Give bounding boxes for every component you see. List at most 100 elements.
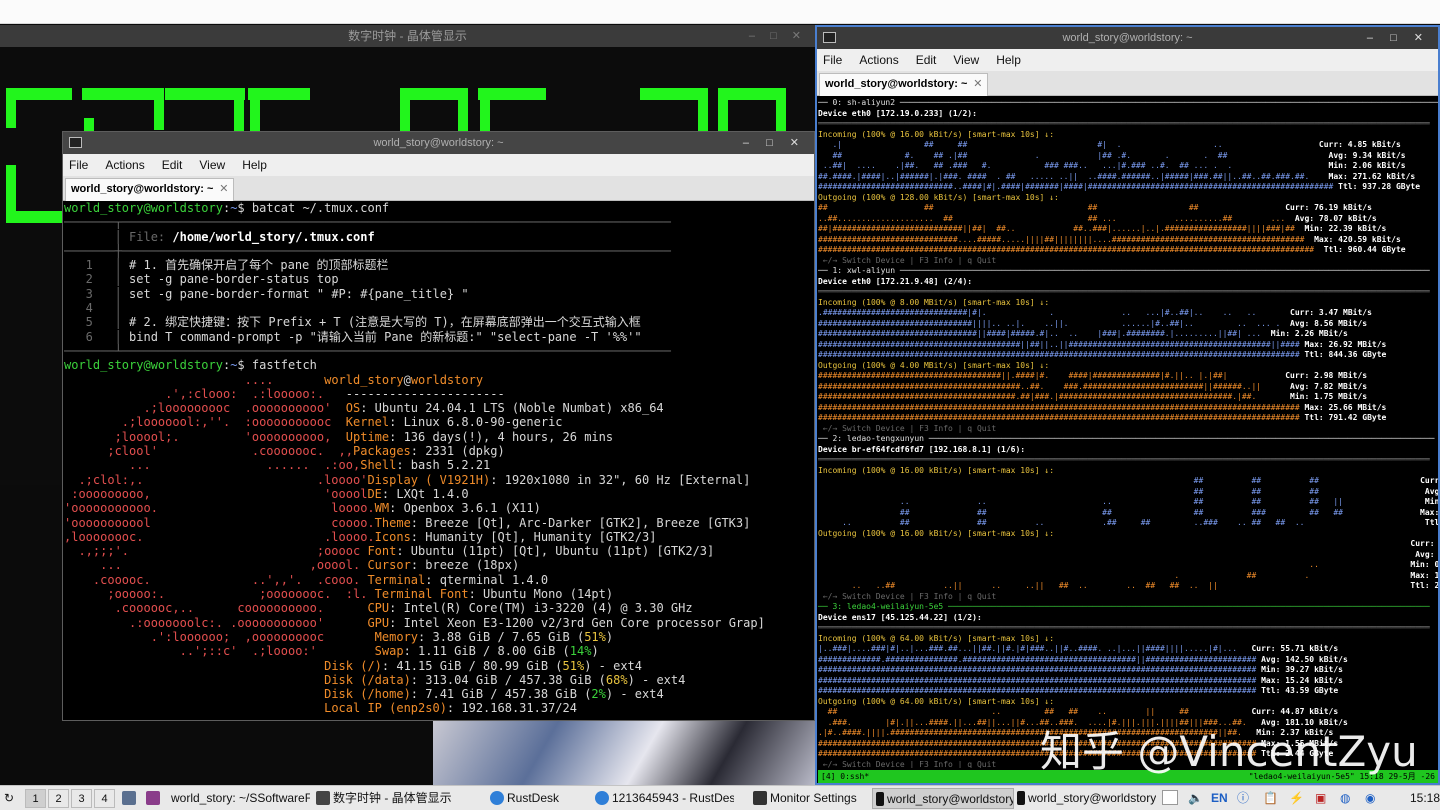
terminal-text: :ooooooooo, 'ooool xyxy=(64,486,368,501)
terminal-icon xyxy=(69,137,82,148)
info-icon[interactable]: ⓘ xyxy=(1237,788,1249,809)
desktop-switch-3[interactable]: 3 xyxy=(71,789,92,808)
rustdesk-tray-icon[interactable]: ◉ xyxy=(1365,788,1375,809)
terminal-text: Ttl: 43.59 GByte xyxy=(1256,686,1339,695)
terminal-line: ,loooooooc. .loooo.Icons: Humanity [Qt],… xyxy=(64,530,814,544)
terminal-text: Incoming (100% @ 8.00 MBit/s) [smart-max… xyxy=(818,297,1050,307)
terminal-line: ... ,ooool. Cursor: breeze (18px) xyxy=(64,558,814,572)
terminal-text: ) - ext4 xyxy=(605,687,664,702)
terminal-text: ############################..####|#|.##… xyxy=(818,182,1334,191)
terminal-text: ←/→ Switch Device | F3 Info | q Quit xyxy=(818,255,997,265)
terminal-text: Swap xyxy=(374,644,404,659)
menu-view[interactable]: View xyxy=(953,49,979,71)
terminal-text: ── 1: xwl-aliyun ───────────────────────… xyxy=(818,266,1430,275)
terminal-text: Min: 39.27 kBit/s xyxy=(1256,665,1343,674)
desktop-switch-4[interactable]: 4 xyxy=(94,789,115,808)
terminal-line: ;clool' .cooooooc. ,,Packages: 2331 (dpk… xyxy=(64,444,814,458)
network-icon[interactable]: ⚡ xyxy=(1289,788,1304,809)
terminal-text: 14% xyxy=(569,644,592,659)
refresh-icon[interactable]: ↻ xyxy=(4,788,18,809)
rustdesk-icon xyxy=(490,791,504,805)
segment xyxy=(154,88,164,130)
menu-view[interactable]: View xyxy=(199,154,225,176)
watermark: 知乎 @VincentZyu xyxy=(1040,727,1418,776)
terminal-tab[interactable]: world_story@worldstory: ~ ✕ xyxy=(65,178,235,201)
window-controls[interactable]: ‒ □ ✕ xyxy=(743,132,806,154)
terminal-output[interactable]: world_story@worldstory:~$ batcat ~/.tmux… xyxy=(64,201,814,720)
terminal-window-left[interactable]: world_story@worldstory: ~ ‒ □ ✕ File Act… xyxy=(62,131,815,721)
terminal-tab[interactable]: world_story@worldstory: ~ ✕ xyxy=(819,73,989,96)
menu-actions[interactable]: Actions xyxy=(859,49,898,71)
desktop-switch-1[interactable]: 1 xyxy=(25,789,46,808)
terminal-line: Incoming (100% @ 16.00 kBit/s) [smart-ma… xyxy=(818,130,1438,141)
terminal-line: ..##.................... ## ## ... .....… xyxy=(818,214,1438,225)
terminal-titlebar[interactable]: world_story@worldstory: ~ ‒ □ ✕ xyxy=(63,132,814,154)
monitor-icon xyxy=(753,791,767,805)
terminal-text: ########################################… xyxy=(818,245,1319,254)
terminal-line: ───────┴────────────────────────────────… xyxy=(64,344,814,358)
window-controls[interactable]: ‒ □ ✕ xyxy=(749,25,807,47)
terminal-text: ########################################… xyxy=(818,339,1300,349)
keyboard-layout[interactable]: EN xyxy=(1211,788,1228,809)
task-monitor-settings[interactable]: Monitor Settings xyxy=(750,788,868,809)
terminal-line: ##|###########################||##| ##..… xyxy=(818,224,1438,235)
task-digital-clock[interactable]: 数字时钟 - 晶体管显示 xyxy=(313,788,453,809)
menu-file[interactable]: File xyxy=(823,49,842,71)
terminal-line: │ File: /home/world_story/.tmux.conf xyxy=(64,230,814,244)
terminal-text: Theme xyxy=(374,515,411,530)
menu-file[interactable]: File xyxy=(69,154,88,176)
terminal-titlebar[interactable]: world_story@worldstory: ~ ‒ □ ✕ xyxy=(817,27,1438,49)
app-launcher-icon[interactable] xyxy=(146,788,164,809)
clock[interactable]: 15:18 xyxy=(1410,788,1440,809)
terminal-text: Avg: 168.15 kBit/s xyxy=(1415,549,1435,559)
terminal-window-right[interactable]: world_story@worldstory: ~ ‒ □ ✕ File Act… xyxy=(815,25,1440,785)
terminal-icon xyxy=(876,792,884,806)
terminal-line: ######################################||… xyxy=(818,371,1438,382)
terminal-line: ## .. ## ## .. || ## Curr: 44.87 kBit/s xyxy=(818,707,1438,718)
clock-window-titlebar[interactable]: 数字时钟 - 晶体管显示 ‒ □ ✕ xyxy=(0,25,815,47)
task-rustdesk[interactable]: RustDesk xyxy=(487,788,587,809)
desktop-switch-2[interactable]: 2 xyxy=(48,789,69,808)
volume-icon[interactable]: 🔈 xyxy=(1188,788,1203,809)
terminal-line: ## ## ## ## ### ## ## Max: 6.00 MBit/s xyxy=(818,508,1438,519)
menu-help[interactable]: Help xyxy=(242,154,267,176)
terminal-text: : 136 days(!), 4 hours, 26 mins xyxy=(389,429,614,444)
terminal-text: ───────┼────────────────────────────────… xyxy=(64,243,671,258)
menu-edit[interactable]: Edit xyxy=(916,49,937,71)
terminal-text: set -g pane-border-status top xyxy=(129,272,339,287)
show-desktop-icon[interactable] xyxy=(1162,790,1178,805)
terminal-text: Curr: 44.87 kBit/s xyxy=(1251,707,1339,716)
tab-bar: world_story@worldstory: ~ ✕ xyxy=(817,71,1438,96)
terminal-line: Outgoing (100% @ 16.00 kBit/s) [smart-ma… xyxy=(818,529,1438,540)
menu-help[interactable]: Help xyxy=(996,49,1021,71)
terminal-text: Avg: 133.91 kBit/s xyxy=(1424,486,1438,496)
tmux-window-list[interactable]: [4] 0:ssh* xyxy=(821,770,869,783)
task-terminal[interactable]: world_story@worldstory: xyxy=(1014,788,1156,809)
terminal-text: $ fastfetch xyxy=(237,358,317,373)
terminal-line: Incoming (100% @ 8.00 MBit/s) [smart-max… xyxy=(818,298,1438,309)
menu-bar: File Actions Edit View Help xyxy=(63,154,814,176)
terminal-line: Disk (/data): 313.04 GiB / 457.38 GiB (6… xyxy=(64,673,814,687)
window-controls[interactable]: ‒ □ ✕ xyxy=(1367,27,1430,49)
task-label: 1213645943 - RustDesk xyxy=(612,791,734,805)
tab-close-icon[interactable]: ✕ xyxy=(973,74,982,95)
terminal-output[interactable]: ── 0: sh-aliyun2 ───────────────────────… xyxy=(818,98,1438,768)
clipboard-icon[interactable]: 📋 xyxy=(1263,788,1278,809)
menu-edit[interactable]: Edit xyxy=(162,154,183,176)
terminal-text: Kernel xyxy=(345,415,390,430)
terminal-line: .;clol:,. .loooo'Display ( V1921H): 1920… xyxy=(64,473,814,487)
task-file-manager[interactable]: world_story: ~/SSoftwareFile xyxy=(168,788,310,809)
tab-close-icon[interactable]: ✕ xyxy=(219,179,228,200)
terminal-text: set -g pane-border-format " #P: #{pane_t… xyxy=(129,286,469,301)
monitor-tray-icon[interactable]: ▣ xyxy=(1315,788,1326,809)
terminal-text: Incoming (100% @ 16.00 kBit/s) [smart-ma… xyxy=(818,465,1055,475)
task-rustdesk-session[interactable]: 1213645943 - RustDesk xyxy=(592,788,734,809)
terminal-text: : Ubuntu 24.04.1 LTS (Noble Numbat) x86_… xyxy=(360,401,664,416)
terminal-text: : 7.41 GiB / 457.38 GiB ( xyxy=(410,687,592,702)
file-manager-icon[interactable] xyxy=(122,788,140,809)
menu-actions[interactable]: Actions xyxy=(105,154,144,176)
globe-icon[interactable]: ◍ xyxy=(1340,788,1350,809)
terminal-text: ## ## ## xyxy=(818,486,1421,496)
task-terminal-active[interactable]: world_story@worldstory: xyxy=(872,788,1014,809)
